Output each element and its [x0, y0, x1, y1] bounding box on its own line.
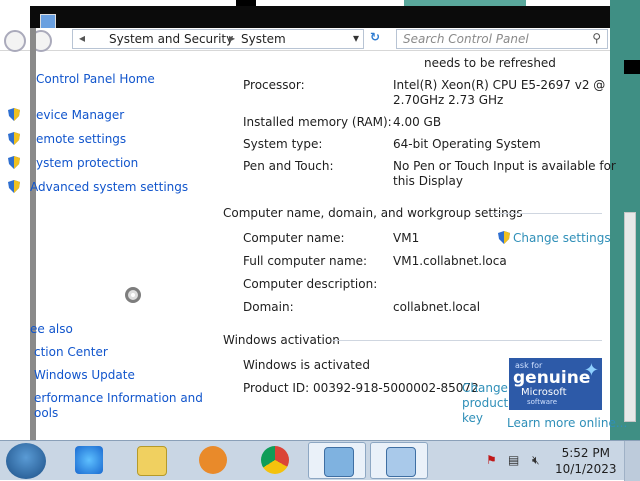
- processor-value-2: 2.70GHz 2.73 GHz: [393, 93, 504, 107]
- desktop-left-area: [0, 0, 30, 440]
- change-product-key-link[interactable]: Change: [462, 381, 508, 395]
- navigation-bar: ◂ System and Security ▸ System ▾ ↻ Searc…: [0, 28, 610, 52]
- taskbar-app-network[interactable]: [370, 442, 428, 479]
- windows-update-link[interactable]: Windows Update: [34, 368, 135, 382]
- network-tray-icon[interactable]: ▤: [508, 453, 519, 467]
- internet-explorer-icon: [75, 446, 103, 474]
- full-computer-name-value: VM1.collabnet.loca: [393, 254, 507, 268]
- device-manager-link[interactable]: evice Manager: [36, 108, 124, 122]
- pen-touch-value-2: this Display: [393, 174, 463, 188]
- section-divider: [492, 213, 602, 214]
- performance-info-link-cont[interactable]: ools: [34, 406, 58, 420]
- breadcrumb-separator-icon[interactable]: ▸: [229, 31, 235, 45]
- change-product-key-link-3[interactable]: key: [462, 411, 483, 425]
- star-icon: ✦: [583, 360, 599, 381]
- taskbar-app-ie[interactable]: [60, 442, 118, 479]
- show-desktop-button[interactable]: [624, 441, 640, 481]
- computer-name-value: VM1: [393, 231, 420, 245]
- refresh-icon[interactable]: ↻: [370, 30, 380, 44]
- action-center-flag-icon[interactable]: ⚑: [486, 453, 497, 467]
- desktop-dark-tile: [624, 60, 640, 74]
- volume-muted-icon[interactable]: 🔇︎: [532, 453, 540, 468]
- taskbar-app-media[interactable]: [184, 442, 242, 479]
- network-icon: [386, 447, 416, 477]
- search-placeholder: Search Control Panel: [403, 32, 529, 46]
- pen-touch-label: Pen and Touch:: [243, 159, 334, 173]
- activation-section-heading: Windows activation: [223, 333, 340, 347]
- shield-icon: [8, 132, 20, 145]
- computer-name-section-heading: Computer name, domain, and workgroup set…: [223, 206, 523, 220]
- search-input[interactable]: Search Control Panel ⚲: [396, 29, 608, 49]
- shield-icon: [8, 156, 20, 169]
- address-root-icon: ◂: [79, 31, 86, 45]
- pen-touch-value: No Pen or Touch Input is available for: [393, 159, 616, 173]
- processor-label: Processor:: [243, 78, 305, 92]
- change-product-key-link-2[interactable]: product: [462, 396, 508, 410]
- performance-info-link[interactable]: erformance Information and: [34, 391, 203, 405]
- start-button[interactable]: [6, 443, 46, 479]
- genuine-brand: Microsoft: [521, 387, 567, 398]
- full-computer-name-label: Full computer name:: [243, 254, 368, 268]
- control-panel-home-link[interactable]: Control Panel Home: [36, 72, 155, 86]
- change-settings-link[interactable]: Change settings: [513, 231, 611, 245]
- action-center-link[interactable]: ction Center: [34, 345, 108, 359]
- computer-name-label: Computer name:: [243, 231, 345, 245]
- domain-label: Domain:: [243, 300, 294, 314]
- system-protection-link[interactable]: ystem protection: [36, 156, 138, 170]
- section-divider: [332, 340, 602, 341]
- address-bar[interactable]: ◂ System and Security ▸ System ▾: [72, 29, 364, 49]
- taskbar: ⚑ ▤ 🔇︎ 5:52 PM 10/1/2023: [0, 440, 640, 481]
- processor-value: Intel(R) Xeon(R) CPU E5-2697 v2 @: [393, 78, 606, 92]
- learn-more-online-link[interactable]: Learn more online...: [507, 416, 627, 430]
- product-id: Product ID: 00392-918-5000002-85072: [243, 381, 479, 395]
- computer-description-label: Computer description:: [243, 277, 378, 291]
- ram-value: 4.00 GB: [393, 115, 442, 129]
- back-button[interactable]: [4, 30, 26, 52]
- taskbar-app-explorer[interactable]: [122, 442, 180, 479]
- taskbar-app-control-panel[interactable]: [308, 442, 366, 479]
- advanced-system-settings-link[interactable]: Advanced system settings: [30, 180, 188, 194]
- activation-status: Windows is activated: [243, 358, 370, 372]
- domain-value: collabnet.local: [393, 300, 481, 314]
- shield-icon: [8, 180, 20, 193]
- media-player-icon: [199, 446, 227, 474]
- search-icon[interactable]: ⚲: [592, 31, 601, 45]
- taskbar-app-chrome[interactable]: [246, 442, 304, 479]
- system-clock[interactable]: 5:52 PM 10/1/2023: [555, 445, 617, 477]
- system-type-value: 64-bit Operating System: [393, 137, 541, 151]
- clock-time: 5:52 PM: [561, 446, 610, 460]
- genuine-sub: software: [527, 398, 558, 406]
- busy-cursor-icon: [125, 287, 141, 303]
- remote-settings-link[interactable]: emote settings: [36, 132, 126, 146]
- control-panel-icon: [324, 447, 354, 477]
- refresh-notice[interactable]: needs to be refreshed: [424, 56, 556, 70]
- address-dropdown-icon[interactable]: ▾: [353, 31, 359, 45]
- breadcrumb-system-security[interactable]: System and Security: [109, 32, 233, 46]
- genuine-microsoft-badge: ask for genuine Microsoft software ✦: [509, 358, 602, 410]
- system-type-label: System type:: [243, 137, 323, 151]
- vertical-scrollbar[interactable]: [624, 212, 636, 422]
- clock-date: 10/1/2023: [555, 462, 617, 476]
- shield-icon: [498, 231, 510, 244]
- file-explorer-icon: [137, 446, 167, 476]
- chrome-icon: [261, 446, 289, 474]
- window-titlebar[interactable]: [30, 6, 610, 28]
- ram-label: Installed memory (RAM):: [243, 115, 392, 129]
- genuine-title: genuine: [513, 368, 591, 388]
- breadcrumb-system[interactable]: System: [241, 32, 286, 46]
- see-also-heading: ee also: [30, 322, 73, 336]
- shield-icon: [8, 108, 20, 121]
